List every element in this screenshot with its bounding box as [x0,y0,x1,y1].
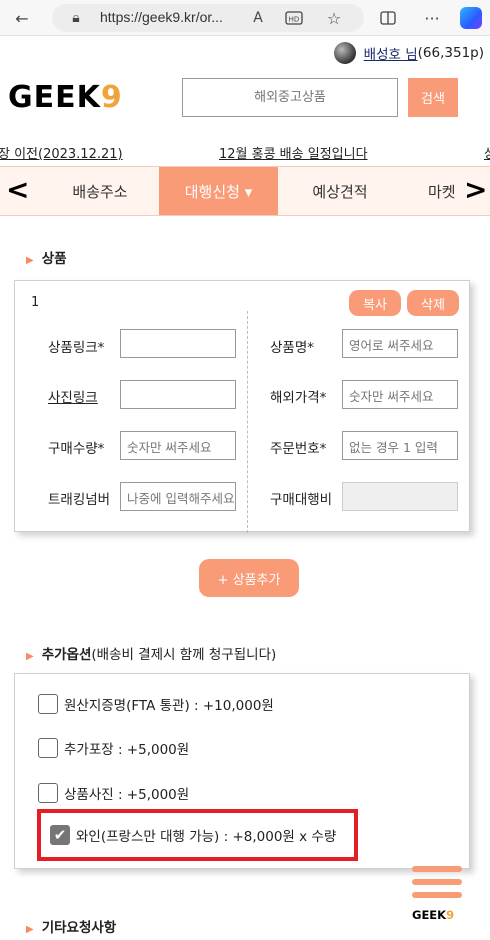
svg-text:HD: HD [289,16,300,24]
split-screen-icon[interactable] [376,6,400,30]
option-product-photo[interactable]: 상품사진 : +5,000원 [38,783,189,803]
url-text: https://geek9.kr/or... [100,9,223,25]
search-input[interactable] [182,78,398,117]
search-button[interactable]: 검색 [408,78,458,117]
hamburger-icon [412,866,462,872]
lock-icon[interactable]: 🔒︎ [64,6,88,30]
read-aloud-icon[interactable]: A [246,6,270,30]
copilot-icon[interactable] [460,7,482,29]
browser-toolbar: ← 🔒︎ https://geek9.kr/or... A HD ☆ ··· [0,0,490,36]
main-tabs: < 배송주소 대행신청 ▾ 예상견적 마켓 > [0,166,490,216]
tabs-next-arrow[interactable]: > [464,173,487,206]
user-points: (66,351p) [417,45,484,61]
favorite-star-icon[interactable]: ☆ [322,6,346,30]
notice-link[interactable]: 12월 홍콩 배송 일정입니다 [219,143,368,162]
quantity-input[interactable]: 숫자만 써주세요 [120,431,236,460]
site-logo[interactable]: GEEK9 [8,80,123,115]
photo-link-label[interactable]: 사진링크 [48,386,98,406]
hamburger-bar [412,892,462,898]
product-link-label: 상품링크* [48,340,105,356]
delete-button[interactable]: 삭제 [407,290,459,316]
checkbox-unchecked[interactable] [38,694,58,714]
section-bullet-icon: ▶ [26,255,34,266]
add-product-button[interactable]: + 상품추가 [199,559,299,597]
address-bar[interactable]: 🔒︎ https://geek9.kr/or... [52,4,364,32]
item-number: 1 [31,295,40,310]
product-link-input[interactable] [120,329,236,358]
quantity-label: 구매수량* [48,441,105,457]
overseas-price-input[interactable]: 숫자만 써주세요 [342,380,458,409]
etc-section-title: ▶ 기타요청사항 [26,920,117,936]
section-bullet-icon: ▶ [26,924,34,935]
order-number-label: 주문번호* [270,441,327,457]
purchase-fee-input [342,482,458,511]
notice-ticker: 장 이전(2023.12.21) 12월 홍콩 배송 일정입니다 상 [0,140,490,162]
overseas-price-label: 해외가격* [270,390,327,406]
tracking-number-input[interactable]: 나중에 입력해주세요 [120,482,236,511]
options-section-title: ▶ 추가옵션(배송비 결제시 함께 청구됩니다) [26,647,277,663]
checkbox-unchecked[interactable] [38,738,58,758]
product-section-title: ▶ 상품 [26,251,67,267]
tab-order-request[interactable]: 대행신청 ▾ [159,167,278,215]
floating-menu-button[interactable]: GEEK9 [410,866,464,926]
product-name-input[interactable]: 영어로 써주세요 [342,329,458,358]
column-divider [247,311,248,533]
tab-shipping-address[interactable]: 배송주소 [52,167,148,215]
tabs-prev-arrow[interactable]: < [6,173,29,206]
section-bullet-icon: ▶ [26,651,34,662]
option-fta-certificate[interactable]: 원산지증명(FTA 통관) : +10,000원 [38,694,274,714]
notice-link[interactable]: 장 이전(2023.12.21) [0,143,123,162]
tab-estimate[interactable]: 예상견적 [290,167,390,215]
user-info: 배성호 님 (66,351p) [333,42,484,64]
product-card: 1 복사 삭제 상품링크* 상품명* 영어로 써주세요 사진링크 해외가격* 숫… [14,280,470,533]
photo-link-input[interactable] [120,380,236,409]
notice-link[interactable]: 상 [484,143,490,162]
option-extra-packing[interactable]: 추가포장 : +5,000원 [38,738,189,758]
product-name-label: 상품명* [270,340,315,356]
hd-icon[interactable]: HD [282,6,306,30]
avatar [333,42,356,64]
user-name-link[interactable]: 배성호 님 [364,43,418,63]
checkbox-unchecked[interactable] [38,783,58,803]
hamburger-bar [412,879,462,885]
purchase-fee-label: 구매대행비 [270,492,333,508]
back-arrow-icon[interactable]: ← [10,6,34,30]
tracking-number-label: 트래킹넘버 [48,492,111,508]
fab-logo: GEEK9 [412,908,455,922]
highlight-box [37,809,358,861]
copy-button[interactable]: 복사 [349,290,401,316]
order-number-input[interactable]: 없는 경우 1 입력 [342,431,458,460]
more-options-icon[interactable]: ··· [420,6,444,30]
